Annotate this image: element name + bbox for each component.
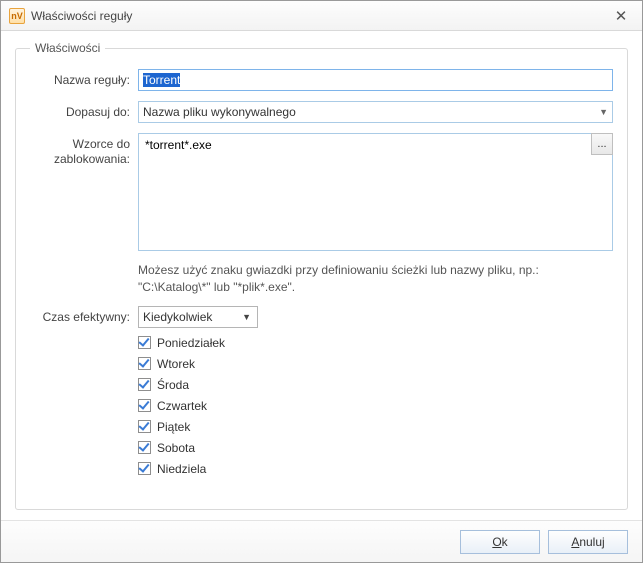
- check-saturday[interactable]: Sobota: [138, 441, 613, 455]
- titlebar: nV Właściwości reguły ✕: [1, 1, 642, 31]
- match-dropdown[interactable]: Nazwa pliku wykonywalnego ▼: [138, 101, 613, 123]
- check-label: Czwartek: [157, 399, 207, 413]
- checkbox-icon: [138, 336, 151, 349]
- patterns-hint: Możesz użyć znaku gwiazdki przy definiow…: [138, 262, 613, 296]
- ok-rest: k: [502, 535, 508, 549]
- dialog-window: nV Właściwości reguły ✕ Właściwości Nazw…: [0, 0, 643, 563]
- check-thursday[interactable]: Czwartek: [138, 399, 613, 413]
- day-checklist: Poniedziałek Wtorek Środa Czwartek Piąte…: [138, 336, 613, 476]
- check-label: Środa: [157, 378, 189, 392]
- check-monday[interactable]: Poniedziałek: [138, 336, 613, 350]
- row-match: Dopasuj do: Nazwa pliku wykonywalnego ▼: [30, 101, 613, 123]
- label-rule-name: Nazwa reguły:: [30, 69, 138, 88]
- checkbox-icon: [138, 462, 151, 475]
- properties-group: Właściwości Nazwa reguły: Dopasuj do: Na…: [15, 41, 628, 510]
- check-label: Wtorek: [157, 357, 195, 371]
- ok-button[interactable]: Ok: [460, 530, 540, 554]
- check-label: Piątek: [157, 420, 190, 434]
- close-icon: ✕: [615, 7, 628, 25]
- cancel-button[interactable]: Anuluj: [548, 530, 628, 554]
- patterns-textarea[interactable]: *torrent*.exe: [138, 133, 613, 251]
- checkbox-icon: [138, 399, 151, 412]
- match-dropdown-value: Nazwa pliku wykonywalnego: [143, 105, 595, 119]
- effective-time-dropdown[interactable]: Kiedykolwiek ▼: [138, 306, 258, 328]
- window-title: Właściwości reguły: [31, 9, 608, 23]
- chevron-down-icon: ▼: [242, 312, 251, 322]
- checkbox-icon: [138, 420, 151, 433]
- chevron-down-icon: ▼: [599, 107, 608, 117]
- check-wednesday[interactable]: Środa: [138, 378, 613, 392]
- content-area: Właściwości Nazwa reguły: Dopasuj do: Na…: [1, 31, 642, 510]
- cancel-rest: nuluj: [579, 535, 604, 549]
- check-label: Niedziela: [157, 462, 206, 476]
- check-label: Sobota: [157, 441, 195, 455]
- label-patterns: Wzorce do zablokowania:: [30, 133, 138, 167]
- row-rule-name: Nazwa reguły:: [30, 69, 613, 91]
- rule-name-input[interactable]: [138, 69, 613, 91]
- check-friday[interactable]: Piątek: [138, 420, 613, 434]
- check-tuesday[interactable]: Wtorek: [138, 357, 613, 371]
- app-icon: nV: [9, 8, 25, 24]
- label-effective-time: Czas efektywny:: [30, 306, 138, 325]
- dialog-footer: Ok Anuluj: [1, 520, 642, 562]
- group-legend: Właściwości: [30, 41, 105, 55]
- row-effective-time: Czas efektywny: Kiedykolwiek ▼ Poniedzia…: [30, 306, 613, 476]
- checkbox-icon: [138, 357, 151, 370]
- check-label: Poniedziałek: [157, 336, 225, 350]
- label-match: Dopasuj do:: [30, 101, 138, 120]
- checkbox-icon: [138, 378, 151, 391]
- browse-button[interactable]: ...: [591, 133, 613, 155]
- row-patterns: Wzorce do zablokowania: *torrent*.exe ..…: [30, 133, 613, 296]
- close-button[interactable]: ✕: [608, 6, 634, 26]
- ok-accel: O: [492, 535, 501, 549]
- checkbox-icon: [138, 441, 151, 454]
- check-sunday[interactable]: Niedziela: [138, 462, 613, 476]
- effective-time-value: Kiedykolwiek: [143, 310, 238, 324]
